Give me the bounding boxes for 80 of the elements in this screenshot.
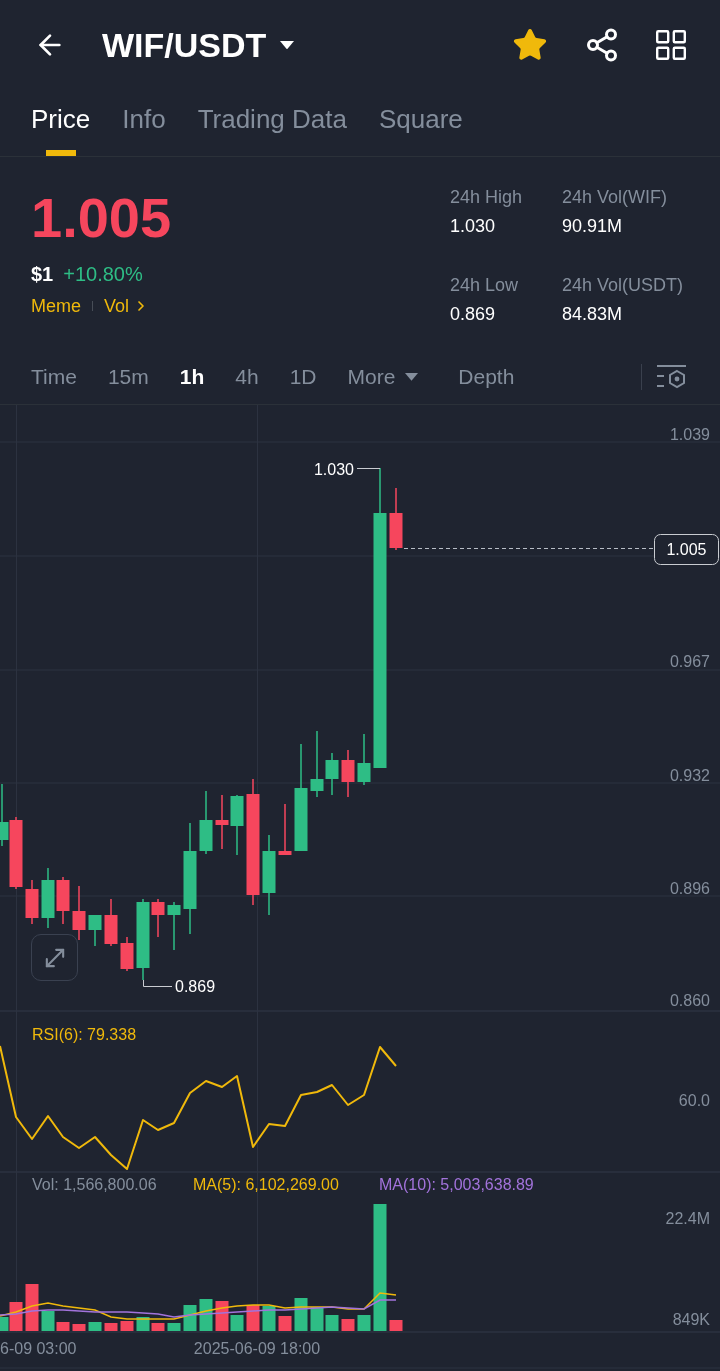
interval-tab[interactable]: 4h [235,364,259,390]
low-price-label: 0.869 [175,978,216,995]
last-price: 1.005 [31,190,172,246]
stat-label: 24h Vol(USDT) [562,274,685,297]
volume-bar [357,1315,371,1331]
candlestick [72,886,86,940]
rsi-label: RSI(6): 79.338 [32,1026,137,1043]
category-tag[interactable]: Meme [31,294,81,318]
time-axis-label: 6-09 03:00 [0,1340,77,1357]
fullscreen-button[interactable] [31,934,78,981]
price-change: +10.80% [63,262,143,286]
price-axis-label: 1.039 [669,426,710,443]
candlestick [120,937,134,971]
stat-label: 24h High [450,186,524,209]
volume-label: Vol: 1,566,800.06 [32,1176,157,1193]
volume-bar [294,1298,308,1331]
volume-bar [341,1319,355,1331]
candlestick [167,902,181,950]
more-dropdown[interactable]: More [347,364,419,390]
volume-bar [167,1323,181,1331]
ma10-label: MA(10): 5,003,638.89 [379,1176,534,1193]
usd-price: $1 [31,262,54,286]
tab[interactable]: Info [122,104,166,156]
price-axis-label: 0.860 [669,992,710,1009]
candlestick [230,795,244,855]
caret-icon [280,40,295,50]
candlestick [88,915,102,946]
candlestick [25,880,39,924]
volume-bar [389,1320,403,1331]
favorite-star-icon[interactable] [512,27,548,63]
tab[interactable]: Trading Data [197,104,347,156]
time-axis-label: 2025-06-09 18:00 [193,1340,321,1357]
high-price-label: 1.030 [313,461,354,478]
leader-line [356,468,381,469]
caret-icon [405,373,419,381]
candlestick [357,734,371,785]
candlestick [41,868,55,928]
current-price-tag: 1.005 [654,534,719,565]
interval-tab[interactable]: 15m [107,364,149,390]
interval-tab[interactable]: 1D [289,364,317,390]
candlestick [215,795,229,849]
stat-value: 84.83M [562,303,624,326]
share-icon[interactable] [584,27,620,63]
volume-axis-label: 22.4M [665,1210,710,1227]
candlestick [56,877,70,924]
volume-bar [278,1316,292,1331]
tab[interactable]: Square [378,104,463,156]
stat-value: 90.91M [562,215,624,238]
candlestick [278,804,292,855]
volume-bar [120,1321,134,1331]
volume-bar [183,1305,197,1331]
candlestick [199,791,213,854]
volume-bar [25,1284,39,1331]
stat-value: 0.869 [450,303,497,326]
stat-label: 24h Low [450,274,520,297]
interval-tab[interactable]: 1h [179,364,205,390]
volume-bar [199,1299,213,1331]
depth-tab[interactable]: Depth [458,364,515,390]
candlestick [389,488,403,550]
interval-tab[interactable]: Time [31,364,77,390]
pair-selector[interactable]: WIF/USDT [102,25,295,65]
price-axis-label: 0.896 [669,880,710,897]
volume-bar [262,1306,276,1331]
tab[interactable]: Price [31,104,91,156]
volume-axis-label: 849K [672,1311,710,1328]
volume-bar [104,1323,118,1331]
leader-line [143,979,173,987]
chart-settings-icon[interactable] [656,364,687,390]
grid-icon[interactable] [656,30,686,60]
rsi-axis-label: 60.0 [678,1092,710,1109]
candlestick [104,899,118,946]
tag-link[interactable]: Vol [104,294,150,318]
ma5-label: MA(5): 6,102,269.00 [193,1176,339,1193]
stat-value: 1.030 [450,215,497,238]
candlestick [341,750,355,797]
price-axis-label: 0.967 [669,653,710,670]
stat-label: 24h Vol(WIF) [562,186,669,209]
volume-bar [88,1322,102,1331]
volume-bar [72,1324,86,1331]
price-axis-label: 0.932 [669,767,710,784]
